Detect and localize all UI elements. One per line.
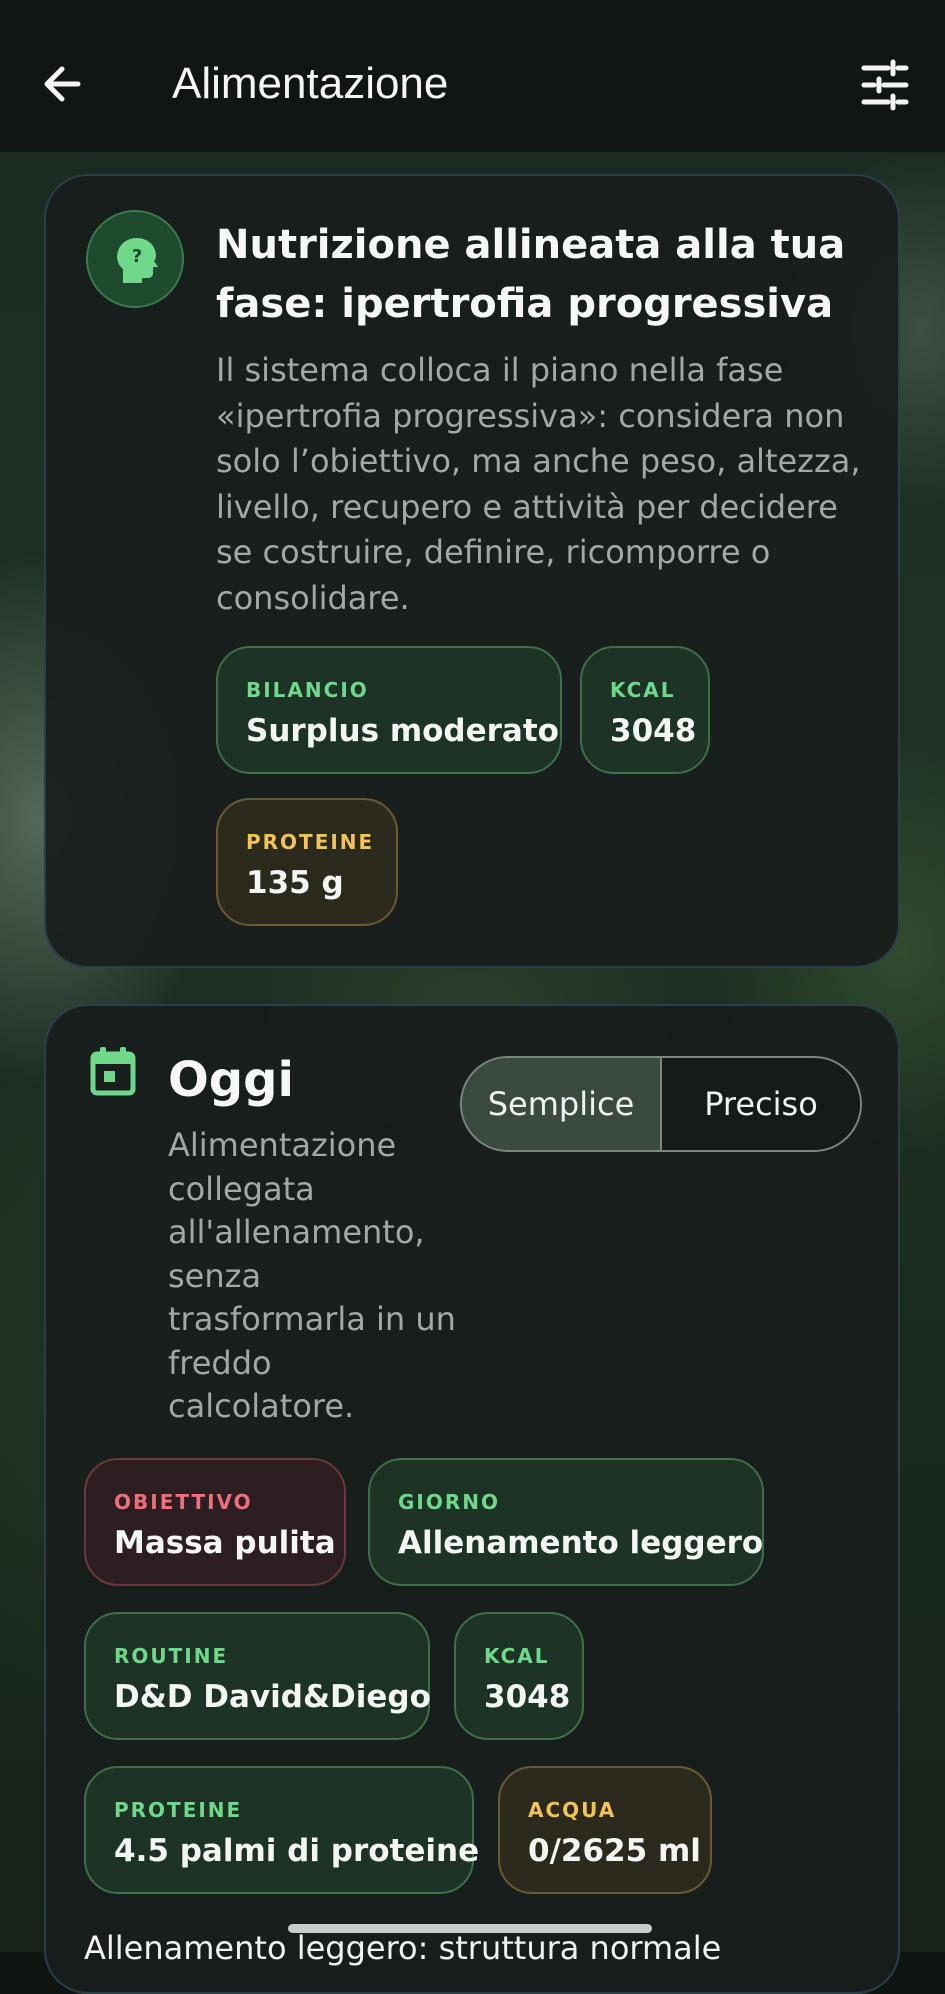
phase-card: ? Nutrizione allineata alla tua fase: ip… (44, 174, 900, 968)
today-title: Oggi (168, 1052, 294, 1108)
training-note: Allenamento leggero: struttura normale (84, 1929, 722, 1967)
chip-value: 135 g (246, 865, 344, 901)
arrow-left-icon (44, 66, 81, 102)
calendar-icon (90, 1047, 136, 1096)
phase-title: Nutrizione allineata alla tua fase: iper… (216, 222, 846, 327)
mode-option-preciso[interactable]: Preciso (662, 1058, 860, 1150)
chip-value: 3048 (484, 1679, 571, 1715)
app-bar: Alimentazione (0, 0, 945, 152)
chip-label: ROUTINE (114, 1644, 229, 1668)
phase-description: Il sistema colloca il piano nella fase «… (216, 351, 861, 617)
chip-proteine: PROTEINE 135 g (216, 798, 398, 926)
help-badge[interactable]: ? (86, 210, 184, 308)
today-description: Alimentazione collegata all'allenamento,… (168, 1126, 456, 1425)
chip-value: Massa pulita (114, 1525, 336, 1561)
chip-value: 4.5 palmi di proteine (114, 1833, 480, 1869)
chip-value: D&D David&Diego (114, 1679, 431, 1715)
page-title: Alimentazione (172, 59, 449, 108)
home-indicator[interactable] (288, 1924, 652, 1933)
chip-kcal: KCAL 3048 (580, 646, 710, 774)
chip-label: KCAL (484, 1644, 550, 1668)
chip-label: BILANCIO (246, 678, 369, 702)
mode-toggle[interactable]: Semplice Preciso (460, 1056, 862, 1152)
chip-giorno: GIORNO Allenamento leggero (368, 1458, 764, 1586)
svg-text:?: ? (132, 246, 142, 267)
chip-value: 3048 (610, 713, 697, 749)
chip-obiettivo: OBIETTIVO Massa pulita (84, 1458, 346, 1586)
tune-sliders-icon (861, 59, 909, 111)
chip-label: GIORNO (398, 1490, 500, 1514)
today-card: Oggi Alimentazione collegata all'allenam… (44, 1004, 900, 1994)
filter-button[interactable] (858, 58, 912, 112)
chip-kcal: KCAL 3048 (454, 1612, 584, 1740)
chip-routine: ROUTINE D&D David&Diego (84, 1612, 431, 1740)
chip-label: ACQUA (528, 1798, 617, 1822)
chip-proteine: PROTEINE 4.5 palmi di proteine (84, 1766, 479, 1894)
mode-option-semplice[interactable]: Semplice (462, 1058, 662, 1150)
chip-label: OBIETTIVO (114, 1490, 253, 1514)
chip-bilancio: BILANCIO Surplus moderato (216, 646, 562, 774)
chip-value: Surplus moderato (246, 713, 559, 749)
chip-label: KCAL (610, 678, 676, 702)
chip-label: PROTEINE (114, 1798, 243, 1822)
back-button[interactable] (34, 56, 98, 112)
chip-value: 0/2625 ml (528, 1833, 701, 1869)
chip-label: PROTEINE (246, 830, 375, 854)
help-head-icon: ? (117, 238, 158, 283)
chip-acqua: ACQUA 0/2625 ml (498, 1766, 712, 1894)
chip-value: Allenamento leggero (398, 1525, 764, 1561)
